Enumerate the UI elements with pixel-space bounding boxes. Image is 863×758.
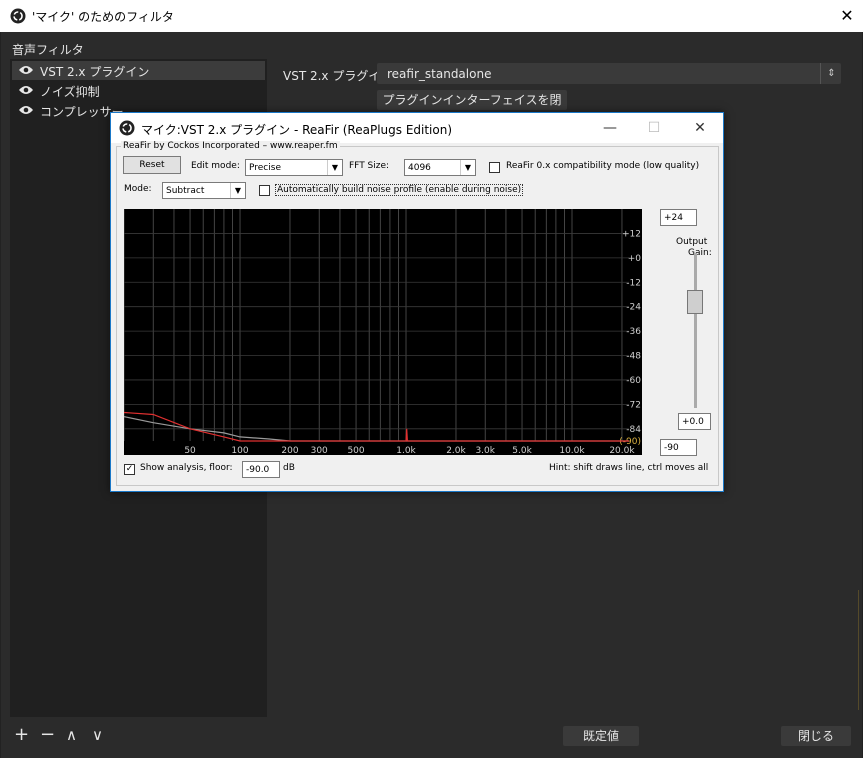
reset-button[interactable]: Reset	[123, 156, 181, 174]
output-gain-label: Output	[676, 237, 708, 247]
x-tick-label: 500	[347, 446, 364, 455]
floor-input[interactable]: -90.0	[242, 461, 280, 478]
mode-label: Mode:	[124, 184, 152, 194]
hint-text: Hint: shift draws line, ctrl moves all	[549, 463, 709, 473]
compat-checkbox[interactable]	[489, 162, 500, 173]
plugin-window-title: マイク:VST 2.x プラグイン - ReaFir (ReaPlugs Edi…	[141, 123, 453, 137]
eye-icon[interactable]	[18, 84, 34, 99]
y-tick-label: -60	[626, 376, 641, 386]
gain-slider-thumb[interactable]	[687, 290, 703, 314]
x-tick-label: 200	[281, 446, 298, 455]
obs-logo-icon	[10, 8, 26, 28]
close-icon[interactable]: ✕	[837, 6, 857, 26]
add-icon[interactable]: +	[14, 726, 29, 744]
edit-mode-label: Edit mode:	[191, 161, 240, 171]
plugin-label: VST 2.x プラグイン	[283, 69, 393, 83]
filters-heading: 音声フィルタ	[12, 43, 84, 57]
x-tick-label: 100	[231, 446, 248, 455]
edit-mode-select[interactable]: Precise ▼	[245, 159, 343, 176]
y-tick-label: -84	[626, 425, 641, 435]
x-tick-label: 300	[311, 446, 328, 455]
gain-value-field[interactable]: +0.0	[678, 413, 711, 430]
filter-item-label: VST 2.x プラグイン	[40, 65, 150, 79]
close-icon[interactable]: ✕	[685, 117, 715, 139]
move-down-icon[interactable]: ∨	[92, 726, 103, 744]
chevron-down-icon: ▼	[230, 183, 245, 198]
eye-icon[interactable]	[18, 64, 34, 79]
x-tick-label: 20.0k	[609, 446, 635, 455]
edge-divider	[858, 590, 863, 710]
y-tick-label: -48	[626, 352, 641, 362]
mode-select[interactable]: Subtract ▼	[162, 182, 246, 199]
y-tick-label: -12	[626, 278, 641, 288]
x-tick-label: 3.0k	[475, 446, 495, 455]
frequency-graph[interactable]: +12+0-12-24-36-48-60-72-84(-90)50 100 200 3…	[124, 209, 642, 455]
eye-icon[interactable]	[18, 104, 34, 119]
db-unit-label: dB	[283, 463, 295, 473]
top-range-field[interactable]: +24	[660, 209, 697, 226]
plugin-select-value: reafir_standalone	[387, 67, 492, 81]
filter-item-label: ノイズ抑制	[40, 85, 100, 99]
move-up-icon[interactable]: ∧	[66, 726, 77, 744]
plugin-window[interactable]: マイク:VST 2.x プラグイン - ReaFir (ReaPlugs Edi…	[110, 112, 724, 492]
y-tick-label: -72	[626, 400, 641, 410]
chevron-down-icon: ▼	[460, 160, 475, 175]
compat-label: ReaFir 0.x compatibility mode (low quali…	[506, 161, 700, 171]
filter-item-vst[interactable]: VST 2.x プラグイン	[12, 61, 265, 80]
window-title: 'マイク' のためのフィルタ	[32, 10, 174, 24]
x-tick-label: 2.0k	[446, 446, 466, 455]
group-label: ReaFir by Cockos Incorporated – www.reap…	[121, 141, 340, 151]
defaults-button[interactable]: 既定値	[563, 726, 639, 746]
x-tick-label: 1.0k	[396, 446, 416, 455]
updown-arrow-icon[interactable]: ⇕	[820, 63, 842, 84]
y-tick-label: +12	[622, 229, 641, 239]
filter-item-noise[interactable]: ノイズ抑制	[12, 81, 265, 100]
output-gain-label-2: Gain:	[688, 248, 712, 258]
edit-mode-value: Precise	[249, 163, 281, 173]
fft-size-label: FFT Size:	[349, 161, 390, 171]
auto-noise-checkbox[interactable]	[259, 185, 270, 196]
fft-size-value: 4096	[408, 163, 431, 173]
chevron-down-icon: ▼	[327, 160, 342, 175]
x-tick-label: 50	[184, 446, 196, 455]
show-analysis-checkbox[interactable]: ✓	[124, 464, 135, 475]
x-tick-label: 10.0k	[559, 446, 585, 455]
floor-range-field[interactable]: -90	[660, 439, 697, 456]
fft-size-select[interactable]: 4096 ▼	[404, 159, 476, 176]
y-tick-label: -24	[626, 303, 641, 313]
y-tick-label: +0	[628, 254, 642, 264]
remove-icon[interactable]: −	[40, 726, 55, 744]
x-tick-label: 5.0k	[512, 446, 532, 455]
minimize-icon[interactable]: —	[595, 117, 625, 139]
y-tick-label: -36	[626, 327, 641, 337]
gain-slider-track[interactable]	[694, 253, 697, 408]
show-analysis-label: Show analysis, floor:	[140, 463, 233, 473]
close-button[interactable]: 閉じる	[781, 726, 851, 746]
maximize-icon[interactable]: ☐	[639, 117, 669, 139]
mode-value: Subtract	[166, 186, 205, 196]
obs-logo-icon	[119, 120, 135, 140]
close-interface-button[interactable]: プラグインインターフェイスを閉じる	[377, 90, 567, 127]
auto-noise-label: Automatically build noise profile (enabl…	[275, 184, 524, 196]
